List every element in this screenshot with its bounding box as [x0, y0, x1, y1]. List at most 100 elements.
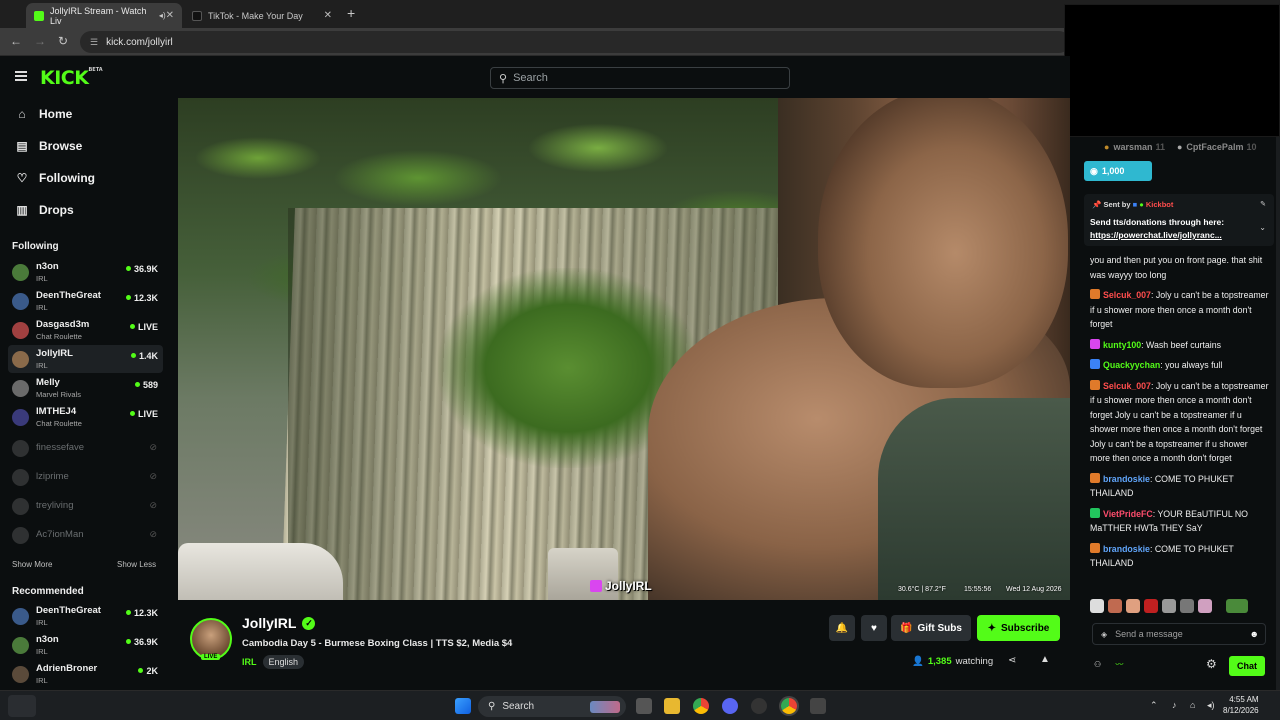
chevron-down-icon[interactable]: ⌄ [1259, 223, 1266, 232]
offline-channel[interactable]: Ac7ionMan ⊘ [8, 521, 163, 549]
emote-icon[interactable] [1162, 599, 1176, 613]
message-text: you always full [1165, 360, 1223, 370]
microphone-icon[interactable]: ♪ [1172, 700, 1177, 710]
subscribe-label: Subscribe [1001, 622, 1050, 634]
category-link[interactable]: IRL [242, 657, 257, 667]
volume-icon[interactable]: ◂) [1207, 700, 1215, 711]
close-tab-icon[interactable]: ✕ [166, 10, 174, 21]
chrome-icon[interactable] [693, 698, 709, 714]
search-icon: ⚲ [499, 72, 508, 85]
back-icon[interactable]: ← [10, 34, 22, 48]
audio-icon[interactable]: ◂) [159, 11, 166, 20]
kick-logo[interactable]: KICKBETA [40, 67, 103, 89]
streamer-name[interactable]: JollyIRL ✓ [242, 615, 316, 631]
taskbar-search[interactable]: ⚲ Search [478, 696, 626, 717]
nav-browse[interactable]: ▤ Browse [15, 139, 82, 153]
show-more-link[interactable]: Show More [12, 560, 52, 569]
nav-following[interactable]: ♡ Following [15, 171, 95, 185]
chat-username[interactable]: kunty100 [1103, 340, 1141, 350]
recommended-channel[interactable]: DeenTheGreat IRL 12.3K [8, 602, 163, 630]
chat-username[interactable]: brandoskie [1103, 544, 1150, 554]
offline-channel[interactable]: finessefave ⊘ [8, 434, 163, 462]
report-icon[interactable]: ▲ [1040, 654, 1050, 665]
emote-icon[interactable] [1180, 599, 1194, 613]
language-tag[interactable]: English [262, 655, 305, 669]
chrome-active-icon[interactable] [781, 698, 797, 714]
network-icon[interactable]: ⌂ [1190, 700, 1195, 710]
chat-username[interactable]: Selcuk_007 [1103, 381, 1151, 391]
app-icon[interactable] [810, 698, 826, 714]
file-explorer-icon[interactable] [664, 698, 680, 714]
following-channel-selected[interactable]: JollyIRL IRL 1.4K [8, 345, 163, 373]
following-channel[interactable]: n3on IRL 36.9K [8, 258, 163, 286]
chat-settings-icon[interactable]: ⚙ [1206, 657, 1217, 671]
nav-drops[interactable]: ▥ Drops [15, 203, 73, 217]
pinned-message[interactable]: 📌 Sent by ■ ● Kickbot ✎ Send tts/donatio… [1084, 194, 1274, 246]
recommended-channel[interactable]: AdrienBroner IRL 2K [8, 660, 163, 688]
chat-username[interactable]: Selcuk_007 [1103, 290, 1151, 300]
user-badge-icon [1090, 359, 1100, 369]
chat-username[interactable]: Quackyychan [1103, 360, 1160, 370]
emote-icon[interactable] [1108, 599, 1122, 613]
message-text: Wash beef curtains [1146, 339, 1222, 350]
chat-username[interactable]: VietPrideFC [1103, 509, 1153, 519]
menu-icon[interactable] [15, 71, 27, 81]
nav-home[interactable]: ⌂ Home [15, 107, 72, 121]
following-channel[interactable]: Melly Marvel Rivals 589 [8, 374, 163, 402]
follow-heart-icon[interactable]: ♥ [861, 615, 887, 641]
following-channel[interactable]: Dasgasd3m Chat Roulette LIVE [8, 316, 163, 344]
emoji-icon[interactable]: ☻ [1250, 629, 1259, 639]
search-highlight-icon [590, 700, 620, 713]
subscribe-button[interactable]: ✦ Subscribe [977, 615, 1060, 641]
offline-channel[interactable]: treyliving ⊘ [8, 492, 163, 520]
send-chat-button[interactable]: Chat [1229, 656, 1265, 676]
browser-tab-jollyirl[interactable]: JollyIRL Stream - Watch Liv ◂) ✕ [26, 3, 182, 28]
pinned-text: Send tts/donations through here: [1090, 217, 1225, 227]
reload-icon[interactable]: ↻ [58, 34, 68, 48]
kick-favicon-icon [34, 10, 44, 21]
discord-icon[interactable] [722, 698, 738, 714]
emote-icon[interactable] [1226, 599, 1248, 613]
taskbar-clock[interactable]: 4:55 AM 8/12/2026 [1223, 694, 1259, 716]
chat-message-input[interactable]: ◈ Send a message ☻ [1092, 623, 1266, 645]
following-channel[interactable]: IMTHEJ4 Chat Roulette LIVE [8, 403, 163, 431]
start-menu-icon[interactable] [455, 698, 471, 714]
url-field[interactable]: ☰ kick.com/jollyirl [80, 31, 1070, 53]
new-tab-icon[interactable]: + [347, 5, 355, 21]
offline-icon: ⊘ [149, 442, 157, 452]
following-channel[interactable]: DeenTheGreat IRL 12.3K [8, 287, 163, 315]
viewer-count: 36.9K [126, 264, 158, 274]
browser-tab-tiktok[interactable]: TikTok - Make Your Day ✕ [184, 3, 340, 28]
gift-subs-button[interactable]: 🎁 Gift Subs [891, 615, 971, 641]
search-input[interactable]: ⚲ Search [490, 67, 790, 89]
close-tab-icon[interactable]: ✕ [324, 10, 332, 21]
offline-channel[interactable]: lziprime ⊘ [8, 463, 163, 491]
page-scrollbar[interactable] [1276, 137, 1280, 690]
chat-panel: ● warsman 11 ● CptFacePalm 10 ◉ 1,000 📌 … [1080, 137, 1280, 690]
emote-icon[interactable] [1198, 599, 1212, 613]
viewer-counter: 👤 1,385 watching [912, 656, 993, 667]
steam-icon[interactable] [751, 698, 767, 714]
drops-icon: ▥ [16, 203, 28, 217]
show-less-link[interactable]: Show Less [117, 560, 156, 569]
widgets-icon[interactable] [8, 695, 36, 717]
recommended-channel[interactable]: n3on IRL 36.9K [8, 631, 163, 659]
avatar [12, 264, 29, 281]
kicks-amount-pill[interactable]: ◉ 1,000 [1084, 161, 1152, 181]
stream-info-bar: LIVE JollyIRL ✓ Cambodia Day 5 - Burmese… [178, 600, 1070, 690]
emote-icon[interactable] [1126, 599, 1140, 613]
notifications-bell-icon[interactable]: 🔔 [829, 615, 855, 641]
forward-icon[interactable]: → [34, 34, 46, 48]
emote-icon[interactable] [1090, 599, 1104, 613]
video-player[interactable]: 30.6°C | 87.2°F 15:55:56 Wed 12 Aug 2026… [178, 98, 1070, 600]
task-view-icon[interactable] [636, 698, 652, 714]
unpin-icon[interactable]: ✎ [1260, 200, 1266, 208]
tray-overflow-icon[interactable]: ⌃ [1150, 700, 1158, 711]
emote-icon[interactable] [1144, 599, 1158, 613]
url-text: kick.com/jollyirl [106, 36, 173, 48]
chat-username[interactable]: brandoskie [1103, 474, 1150, 484]
site-info-icon[interactable]: ☰ [90, 37, 98, 48]
share-icon[interactable]: ⋖ [1008, 655, 1016, 666]
pinned-link[interactable]: https://powerchat.live/jollyranc... [1090, 230, 1222, 240]
stream-tags: IRL English [242, 655, 305, 669]
